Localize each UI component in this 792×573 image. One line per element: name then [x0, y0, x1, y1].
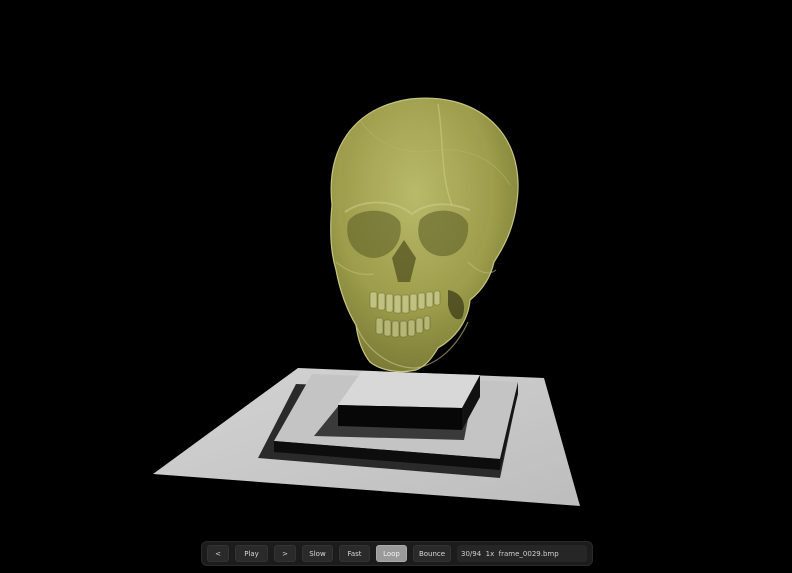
prev-frame-button[interactable]: < [207, 545, 229, 562]
skull-model [330, 97, 519, 373]
scene-canvas[interactable] [0, 0, 792, 573]
loop-button[interactable]: Loop [376, 545, 407, 562]
play-button[interactable]: Play [235, 545, 268, 562]
bounce-button[interactable]: Bounce [413, 545, 451, 562]
fast-button[interactable]: Fast [339, 545, 370, 562]
next-frame-button[interactable]: > [274, 545, 296, 562]
playback-toolbar: < Play > Slow Fast Loop Bounce 30/94 1x … [201, 541, 593, 566]
3d-viewport[interactable]: < Play > Slow Fast Loop Bounce 30/94 1x … [0, 0, 792, 573]
frame-status: 30/94 1x frame_0029.bmp [457, 545, 587, 562]
chevron-right-icon: > [282, 549, 288, 558]
slow-button[interactable]: Slow [302, 545, 333, 562]
chevron-left-icon: < [215, 549, 221, 558]
